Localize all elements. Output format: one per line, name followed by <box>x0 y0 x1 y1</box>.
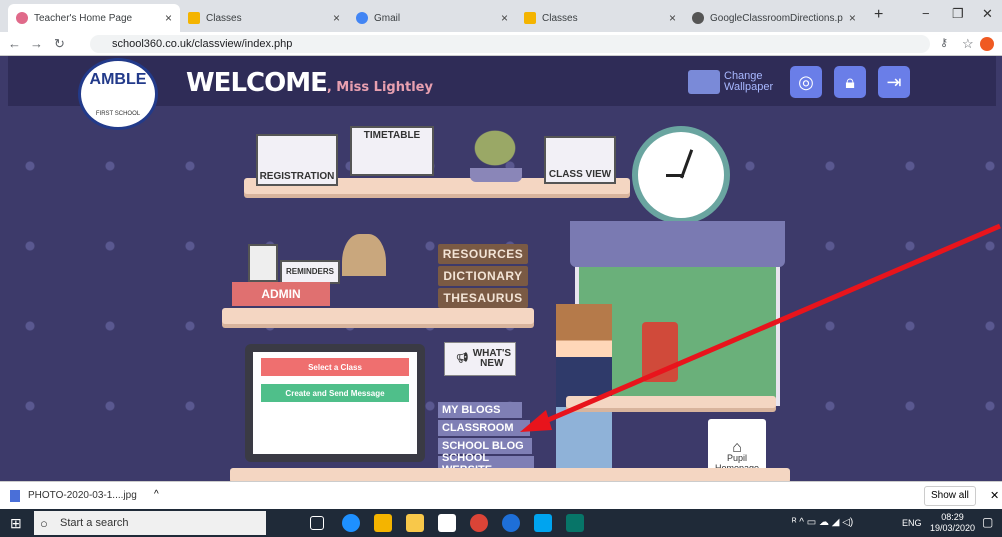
mail-icon[interactable] <box>438 514 456 532</box>
system-tray-icons[interactable]: ᴿ ^ ▭ ☁ ◢ ◁) <box>792 517 853 528</box>
notifications-icon[interactable]: ▢ <box>982 515 993 529</box>
close-tab-icon[interactable]: × <box>501 11 508 25</box>
restore-button[interactable]: ❐ <box>952 6 964 22</box>
tab-label: Teacher's Home Page <box>34 12 133 24</box>
clock-time: 08:29 <box>941 512 964 522</box>
close-tab-icon[interactable]: × <box>669 11 676 25</box>
classroom-icon <box>524 12 536 24</box>
close-window-button[interactable]: ✕ <box>982 6 993 22</box>
close-tab-icon[interactable]: × <box>333 11 340 25</box>
taskbar: ⊞ ○ Start a search ᴿ ^ ▭ ☁ ◢ ◁) ENG 08:29… <box>0 509 1002 537</box>
logo-text: AMBLE <box>89 71 147 88</box>
tab-label: Classes <box>206 12 242 24</box>
tab-teachers-home[interactable]: Teacher's Home Page × <box>8 4 180 32</box>
tab-pdf[interactable]: GoogleClassroomDirections.p × <box>684 4 862 32</box>
windows-tiles-icon[interactable] <box>534 514 552 532</box>
profile-avatar[interactable] <box>980 37 994 51</box>
clock-date: 19/03/2020 <box>930 523 976 533</box>
chevron-up-icon[interactable]: ^ <box>154 489 159 500</box>
chrome-icon[interactable] <box>470 514 488 532</box>
tab-gmail[interactable]: Gmail × <box>348 4 516 32</box>
school-logo: AMBLE FIRST SCHOOL <box>78 58 158 130</box>
show-all-label: Show all <box>931 490 969 501</box>
tab-label: Classes <box>542 12 578 24</box>
search-placeholder: Start a search <box>60 517 129 529</box>
taskbar-search[interactable]: ○ Start a search <box>34 511 266 535</box>
new-tab-button[interactable]: + <box>874 6 883 24</box>
search-icon: ○ <box>40 515 48 531</box>
url-text: school360.co.uk/classview/index.php <box>112 38 293 50</box>
classview-page: WELCOME, Miss Lightley Change Wallpaper ◎… <box>0 56 1002 481</box>
task-view-icon[interactable] <box>310 516 324 530</box>
app-icon[interactable] <box>502 514 520 532</box>
classroom-icon <box>188 12 200 24</box>
language-indicator[interactable]: ENG <box>902 518 922 528</box>
tab-classes[interactable]: Classes × <box>180 4 348 32</box>
file-explorer-icon[interactable] <box>406 514 424 532</box>
download-filename[interactable]: PHOTO-2020-03-1....jpg <box>28 490 137 501</box>
forward-icon[interactable]: → <box>30 36 43 51</box>
reload-icon[interactable]: ↻ <box>54 36 65 52</box>
logo-subtext: FIRST SCHOOL <box>95 111 141 117</box>
clock[interactable]: 08:29 19/03/2020 <box>930 512 975 534</box>
publisher-icon[interactable] <box>566 514 584 532</box>
show-all-button[interactable]: Show all <box>924 486 976 506</box>
address-bar: ← → ↻ school360.co.uk/classview/index.ph… <box>0 32 1002 56</box>
tab-label: Gmail <box>374 12 401 24</box>
globe-icon <box>692 12 704 24</box>
red-arrow-annotation <box>520 223 1001 432</box>
school360-icon <box>16 12 28 24</box>
windows-start-icon[interactable]: ⊞ <box>10 515 22 532</box>
back-icon[interactable]: ← <box>8 36 21 51</box>
store-icon[interactable] <box>374 514 392 532</box>
tab-strip: Teacher's Home Page × Classes × Gmail × Cla… <box>0 0 1002 32</box>
edge-icon[interactable] <box>342 514 360 532</box>
tab-label: GoogleClassroomDirections.p <box>710 12 843 24</box>
close-tab-icon[interactable]: × <box>165 11 172 25</box>
file-icon <box>10 490 20 502</box>
url-field[interactable]: school360.co.uk/classview/index.php <box>90 35 930 53</box>
close-tab-icon[interactable]: × <box>849 11 856 25</box>
key-icon[interactable]: ⚷ <box>940 36 948 49</box>
minimize-button[interactable]: − <box>922 6 930 21</box>
download-bar: PHOTO-2020-03-1....jpg ^ Show all ✕ <box>0 481 1002 509</box>
close-downloads-icon[interactable]: ✕ <box>990 489 999 502</box>
google-icon <box>356 12 368 24</box>
tab-classes-2[interactable]: Classes × <box>516 4 684 32</box>
star-icon[interactable]: ☆ <box>962 36 974 52</box>
